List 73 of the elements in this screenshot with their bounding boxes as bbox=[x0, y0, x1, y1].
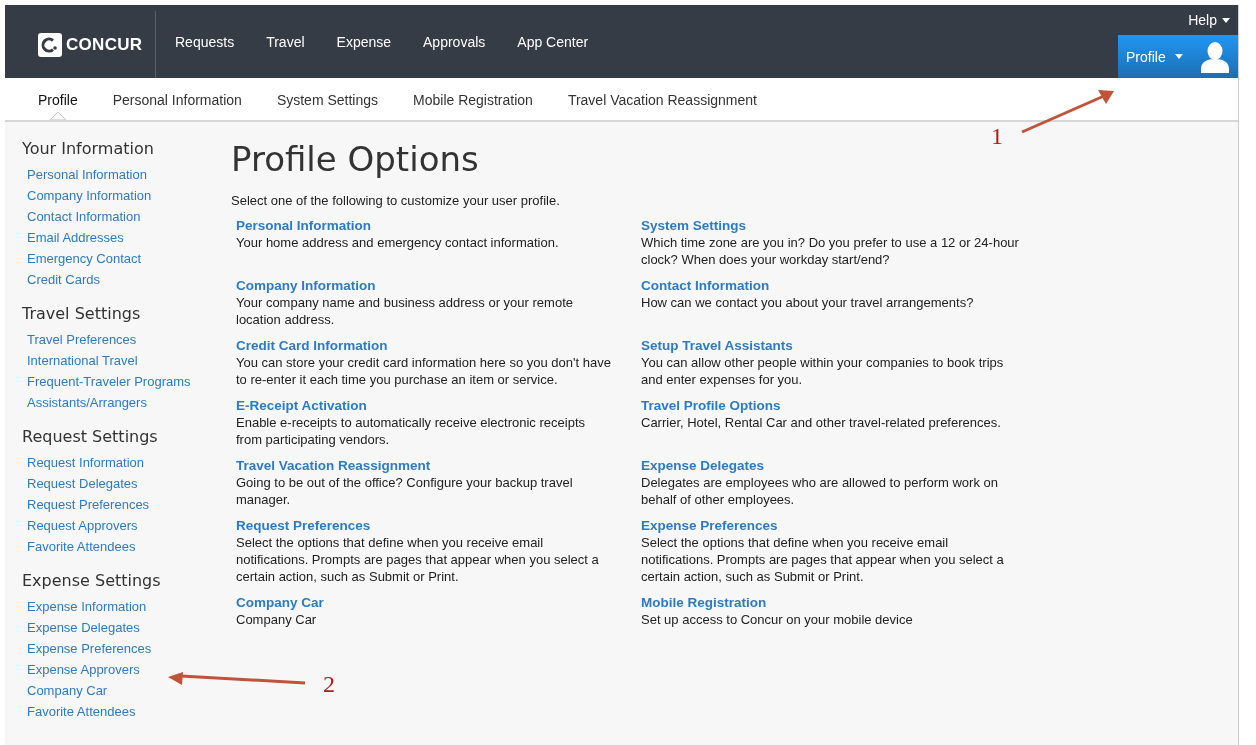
section-heading: Expense Settings bbox=[22, 571, 161, 590]
option-link[interactable]: Travel Vacation Reassignment bbox=[236, 457, 431, 474]
option-description: Delegates are employees who are allowed to perform work on behalf of other employees. bbox=[641, 474, 999, 508]
section-heading: Your Information bbox=[22, 139, 154, 158]
annotation-number: 1 bbox=[991, 123, 1003, 150]
option-description: You can allow other people within your companies to book trips and enter expenses for you. bbox=[641, 354, 1005, 388]
option-description: Select the options that define when you receive email notifications. Prompts are pages that appear when you select a certain action, such as Submit or Print. bbox=[641, 534, 1005, 585]
sidebar-link[interactable]: Expense Preferences bbox=[22, 638, 152, 659]
option-link[interactable]: Company Car bbox=[236, 594, 324, 611]
option-link[interactable]: Travel Profile Options bbox=[641, 397, 781, 414]
option-link[interactable]: Setup Travel Assistants bbox=[641, 337, 793, 354]
sidebar-link[interactable]: Credit Cards bbox=[22, 269, 100, 290]
sidebar-link[interactable]: Expense Delegates bbox=[22, 617, 140, 638]
option-description: Your home address and emergency contact information. bbox=[236, 234, 560, 251]
sidebar-link[interactable]: Emergency Contact bbox=[22, 248, 142, 269]
logo-icon bbox=[38, 32, 62, 57]
option-description: Which time zone are you in? Do you prefer to use a 12 or 24-hour clock? When does your workday start/end? bbox=[641, 234, 1019, 268]
intro-text: Select one of the following to customize your user profile. bbox=[231, 193, 561, 208]
sidebar-link[interactable]: Request Preferences bbox=[22, 494, 150, 515]
help-menu[interactable]: Help bbox=[1188, 5, 1238, 30]
user-icon bbox=[1200, 40, 1229, 73]
section-heading: Request Settings bbox=[22, 427, 158, 446]
option-link[interactable]: Request Preferences bbox=[236, 517, 371, 534]
sub-tab[interactable]: System Settings bbox=[276, 78, 379, 120]
sidebar-link[interactable]: Company Car bbox=[22, 680, 108, 701]
sidebar-link[interactable]: Favorite Attendees bbox=[22, 701, 136, 722]
sidebar-link[interactable]: Request Delegates bbox=[22, 473, 138, 494]
profile-menu-button[interactable]: Profile bbox=[1118, 35, 1238, 78]
annotation-number: 2 bbox=[323, 671, 335, 698]
sidebar-link[interactable]: Request Information bbox=[22, 452, 145, 473]
option-description: Going to be out of the office? Configure your backup travel manager. bbox=[236, 474, 574, 508]
option-link[interactable]: Contact Information bbox=[641, 277, 770, 294]
option-link[interactable]: Expense Delegates bbox=[641, 457, 765, 474]
option-link[interactable]: Credit Card Information bbox=[236, 337, 388, 354]
sub-tab[interactable]: Personal Information bbox=[112, 78, 242, 120]
option-link[interactable]: Mobile Registration bbox=[641, 594, 767, 611]
sidebar-link[interactable]: International Travel bbox=[22, 350, 138, 371]
option-description: Your company name and business address or your remote location address. bbox=[236, 294, 574, 328]
sidebar-link[interactable]: Email Addresses bbox=[22, 227, 124, 248]
option-link[interactable]: E-Receipt Activation bbox=[236, 397, 367, 414]
option-description: How can we contact you about your travel arrangements? bbox=[641, 294, 975, 311]
option-link[interactable]: Expense Preferences bbox=[641, 517, 778, 534]
nav-link[interactable]: Travel bbox=[252, 33, 323, 50]
caret-icon bbox=[1222, 17, 1230, 23]
nav-link[interactable]: Expense bbox=[322, 33, 410, 50]
section-heading: Travel Settings bbox=[22, 304, 141, 323]
sidebar-link[interactable]: Assistants/Arrangers bbox=[22, 392, 147, 413]
sidebar-link[interactable]: Frequent-Traveler Programs bbox=[22, 371, 191, 392]
option-link[interactable]: Company Information bbox=[236, 277, 376, 294]
sub-tab[interactable]: Profile bbox=[38, 78, 78, 120]
option-link[interactable]: System Settings bbox=[641, 217, 747, 234]
option-description: You can store your credit card information here so you don't have to re-enter it each time you purchase an item or service. bbox=[236, 354, 612, 388]
sidebar-link[interactable]: Expense Approvers bbox=[22, 659, 140, 680]
sidebar-link[interactable]: Personal Information bbox=[22, 164, 147, 185]
option-description: Carrier, Hotel, Rental Car and other travel-related preferences. bbox=[641, 414, 1002, 431]
option-description: Set up access to Concur on your mobile device bbox=[641, 611, 914, 628]
nav-link[interactable]: Requests bbox=[161, 33, 253, 50]
option-description: Company Car bbox=[236, 611, 318, 628]
sub-tab[interactable]: Travel Vacation Reassignment bbox=[567, 78, 757, 120]
option-description: Enable e-receipts to automatically receive electronic receipts from participating vendors. bbox=[236, 414, 586, 448]
option-description: Select the options that define when you receive email notifications. Prompts are pages that appear when you select a certain action, such as Submit or Print. bbox=[236, 534, 600, 585]
sidebar-link[interactable]: Company Information bbox=[22, 185, 152, 206]
sidebar-link[interactable]: Contact Information bbox=[22, 206, 141, 227]
caret-icon bbox=[1174, 54, 1183, 60]
page-title: Profile Options bbox=[231, 139, 480, 179]
option-link[interactable]: Personal Information bbox=[236, 217, 372, 234]
nav-link[interactable]: Approvals bbox=[409, 33, 504, 50]
sidebar-link[interactable]: Favorite Attendees bbox=[22, 536, 136, 557]
sidebar-link[interactable]: Request Approvers bbox=[22, 515, 138, 536]
sub-tab[interactable]: Mobile Registration bbox=[413, 78, 533, 120]
sidebar-link[interactable]: Travel Preferences bbox=[22, 329, 137, 350]
sidebar-link[interactable]: Expense Information bbox=[22, 596, 147, 617]
nav-link[interactable]: App Center bbox=[503, 33, 607, 50]
